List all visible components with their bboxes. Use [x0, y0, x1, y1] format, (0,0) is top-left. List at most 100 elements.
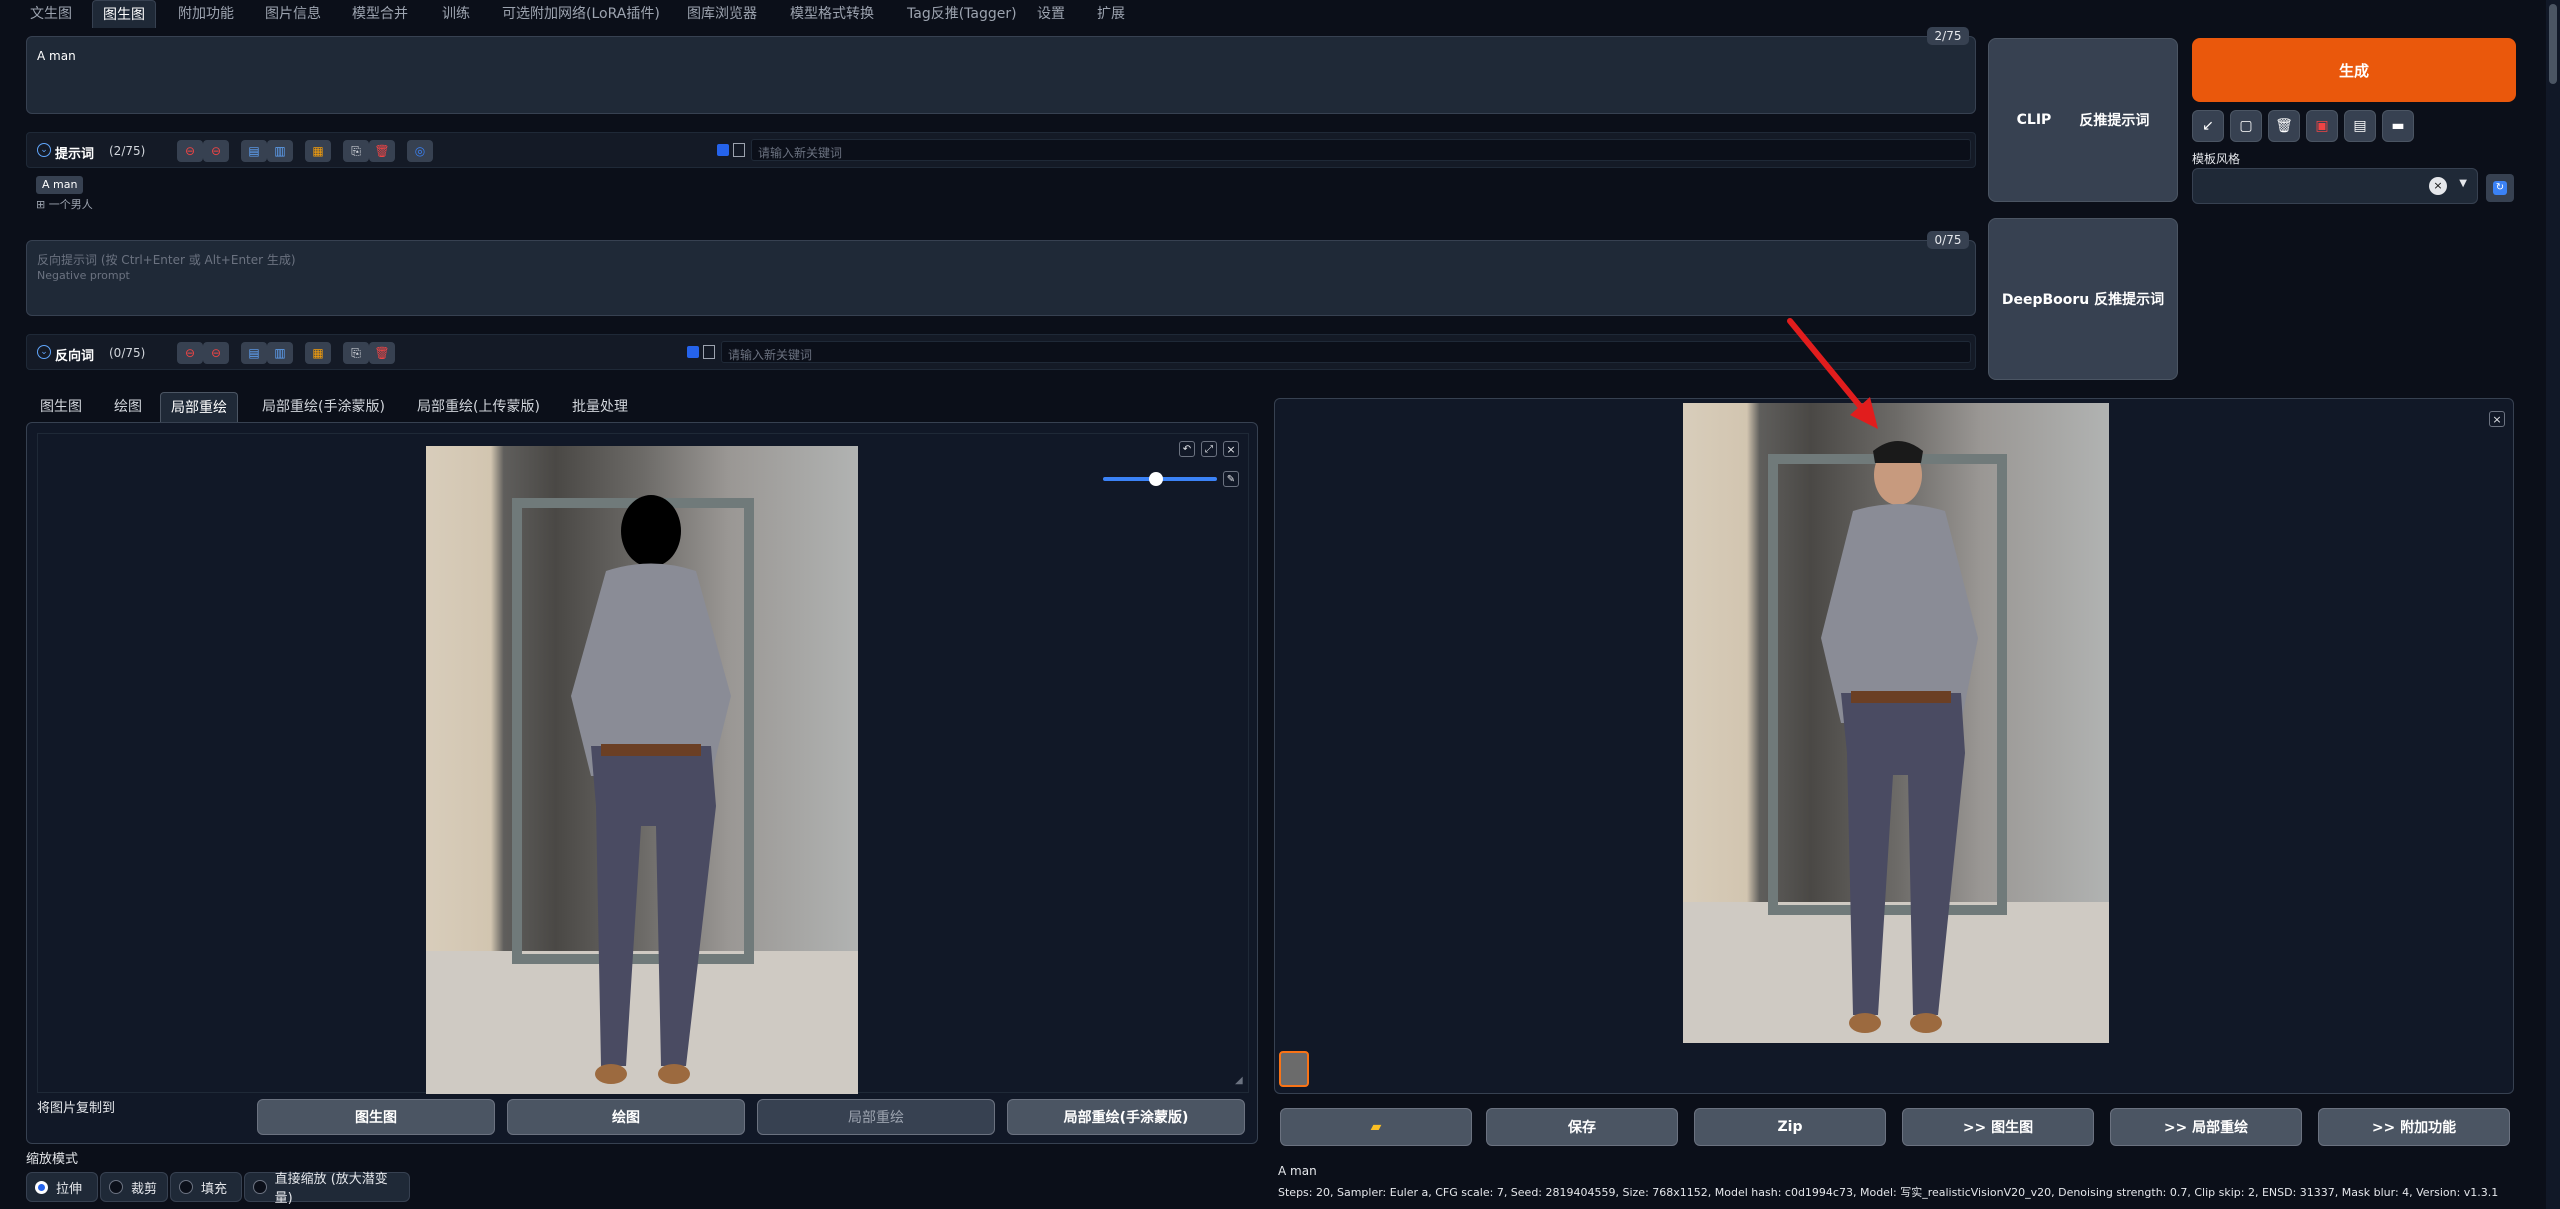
- clipboard-icon[interactable]: ▤: [2344, 110, 2376, 142]
- tab-txt2img[interactable]: 文生图: [20, 0, 82, 28]
- copy-to-inpaint-button[interactable]: 局部重绘: [757, 1099, 995, 1135]
- tab-model-converter[interactable]: 模型格式转换: [780, 0, 884, 28]
- prompt-tag-chip[interactable]: A man: [36, 176, 84, 194]
- subtab-inpaint[interactable]: 局部重绘: [160, 392, 238, 422]
- tab-png-info[interactable]: 图片信息: [255, 0, 331, 28]
- tab-additional-networks[interactable]: 可选附加网络(LoRA插件): [492, 0, 670, 28]
- copy-to-inpaint-sketch-button[interactable]: 局部重绘(手涂蒙版): [1007, 1099, 1245, 1135]
- radio-dot: [253, 1180, 267, 1194]
- style-dropdown[interactable]: × ▼: [2192, 168, 2478, 204]
- brush-size-slider[interactable]: [1103, 472, 1217, 486]
- keyword-placeholder: 请输入新关键词: [758, 146, 843, 160]
- tab-settings[interactable]: 设置: [1027, 0, 1075, 28]
- refresh-button[interactable]: ↻: [2486, 174, 2514, 202]
- negative-token-counter: 0/75: [1927, 231, 1969, 249]
- tab-checkpoint-merger[interactable]: 模型合并: [342, 0, 418, 28]
- paint-icon[interactable]: ↙: [2192, 110, 2224, 142]
- keyword-input[interactable]: 请输入新关键词: [751, 139, 1971, 161]
- negative-tag-bar: ⌄ 反向词 (0/75) ⊖ ⊖ ▤ ▥ ▦ ⎘ 🗑 请输入新关键词: [26, 334, 1976, 370]
- copy-to-img2img-button[interactable]: 图生图: [257, 1099, 495, 1135]
- resize-handle-icon[interactable]: ◢: [1235, 1075, 1243, 1086]
- square-icon[interactable]: ▢: [2230, 110, 2262, 142]
- clipboard-icon[interactable]: ⎘: [343, 140, 369, 162]
- slider-handle[interactable]: [1148, 472, 1163, 486]
- prompt-tag-translation: ⊞ 一个男人: [36, 196, 93, 212]
- save-button[interactable]: 保存: [1486, 1108, 1678, 1146]
- save-style-icon[interactable]: ▬: [2382, 110, 2414, 142]
- radio-dot: [35, 1180, 48, 1194]
- subtab-img2img[interactable]: 图生图: [30, 392, 92, 422]
- radio-label: 拉伸: [56, 1181, 83, 1197]
- collapse-icon[interactable]: ⌄: [37, 143, 51, 157]
- collapse-icon[interactable]: ⌄: [37, 345, 51, 359]
- copy-icon[interactable]: ▤: [241, 342, 267, 364]
- output-gallery: ×: [1274, 398, 2514, 1094]
- resize-option-latent[interactable]: 直接缩放 (放大潜变量): [244, 1172, 410, 1206]
- undo-icon[interactable]: ⊖: [177, 342, 203, 364]
- generate-button[interactable]: 生成: [2192, 38, 2516, 102]
- style-icon[interactable]: ▣: [2306, 110, 2338, 142]
- negative-prompt-textarea[interactable]: 反向提示词 (按 Ctrl+Enter 或 Alt+Enter 生成) Nega…: [26, 231, 1976, 316]
- settings-icon[interactable]: ◎: [407, 140, 433, 162]
- top-nav: 文生图 图生图 附加功能 图片信息 模型合并 训练 可选附加网络(LoRA插件)…: [0, 0, 2560, 28]
- close-icon[interactable]: ×: [1223, 441, 1239, 457]
- prompt-textarea[interactable]: A man 2/75: [26, 27, 1976, 114]
- subtab-inpaint-sketch[interactable]: 局部重绘(手涂蒙版): [252, 392, 395, 422]
- tab-img2img[interactable]: 图生图: [92, 0, 156, 28]
- inpaint-canvas[interactable]: [37, 433, 1249, 1094]
- copy-icon[interactable]: ▤: [241, 140, 267, 162]
- scrollbar[interactable]: [2546, 0, 2560, 1209]
- translate-icon[interactable]: ▦: [305, 342, 331, 364]
- resize-option-crop[interactable]: 裁剪: [100, 1172, 168, 1202]
- chevron-down-icon: ▼: [2459, 178, 2467, 189]
- resize-mode-label: 缩放模式: [26, 1152, 79, 1167]
- trash-icon[interactable]: 🗑: [369, 140, 395, 162]
- copy-to-sketch-button[interactable]: 绘图: [507, 1099, 745, 1135]
- tab-train[interactable]: 训练: [432, 0, 480, 28]
- brush-icon[interactable]: ✎: [1223, 471, 1239, 487]
- clear-icon[interactable]: ×: [2429, 177, 2447, 195]
- tab-image-browser[interactable]: 图库浏览器: [677, 0, 767, 28]
- paste-icon[interactable]: ▥: [267, 140, 293, 162]
- radio-label: 裁剪: [131, 1181, 158, 1197]
- tag-translation-text: 一个男人: [48, 198, 93, 211]
- resize-option-stretch[interactable]: 拉伸: [26, 1172, 98, 1202]
- undo-icon[interactable]: ⊖: [177, 140, 203, 162]
- fullscreen-icon[interactable]: ⤢: [1201, 441, 1217, 457]
- zip-button[interactable]: Zip: [1694, 1108, 1886, 1146]
- subtab-inpaint-upload[interactable]: 局部重绘(上传蒙版): [407, 392, 550, 422]
- radio-dot: [109, 1180, 123, 1194]
- clipboard-icon[interactable]: ⎘: [343, 342, 369, 364]
- paste-icon[interactable]: ▥: [267, 342, 293, 364]
- tab-extensions[interactable]: 扩展: [1087, 0, 1135, 28]
- radio-dot: [179, 1180, 193, 1194]
- subtab-batch[interactable]: 批量处理: [562, 392, 638, 422]
- tab-extras[interactable]: 附加功能: [168, 0, 244, 28]
- gallery-thumbnail[interactable]: [1279, 1051, 1309, 1087]
- close-icon[interactable]: ×: [2489, 411, 2505, 427]
- prompt-count: (2/75): [109, 144, 146, 158]
- send-to-extras-button[interactable]: >> 附加功能: [2318, 1108, 2510, 1146]
- redo-icon[interactable]: ⊖: [203, 342, 229, 364]
- tag-icon: ⊞: [36, 198, 49, 211]
- clip-interrogate-button[interactable]: CLIP 反推提示词: [1988, 38, 2178, 202]
- tab-tagger[interactable]: Tag反推(Tagger): [897, 0, 1027, 28]
- enable-checkbox[interactable]: [717, 144, 729, 156]
- redo-icon[interactable]: ⊖: [203, 140, 229, 162]
- send-to-inpaint-button[interactable]: >> 局部重绘: [2110, 1108, 2302, 1146]
- subtab-sketch[interactable]: 绘图: [104, 392, 152, 422]
- trash-icon[interactable]: 🗑: [369, 342, 395, 364]
- undo-icon[interactable]: ↶: [1179, 441, 1195, 457]
- deepbooru-interrogate-button[interactable]: DeepBooru 反推提示词: [1988, 218, 2178, 380]
- translate-icon[interactable]: ▦: [305, 140, 331, 162]
- trash-icon[interactable]: 🗑: [2268, 110, 2300, 142]
- negative-count: (0/75): [109, 346, 146, 360]
- resize-option-fill[interactable]: 填充: [170, 1172, 242, 1202]
- output-image[interactable]: [1683, 403, 2109, 1043]
- scrollbar-thumb[interactable]: [2549, 4, 2557, 84]
- square-icon: [733, 143, 745, 157]
- copy-to-label: 将图片复制到: [37, 1101, 116, 1116]
- enable-checkbox[interactable]: [687, 346, 699, 358]
- send-to-img2img-button[interactable]: >> 图生图: [1902, 1108, 2094, 1146]
- open-folder-button[interactable]: ▰: [1280, 1108, 1472, 1146]
